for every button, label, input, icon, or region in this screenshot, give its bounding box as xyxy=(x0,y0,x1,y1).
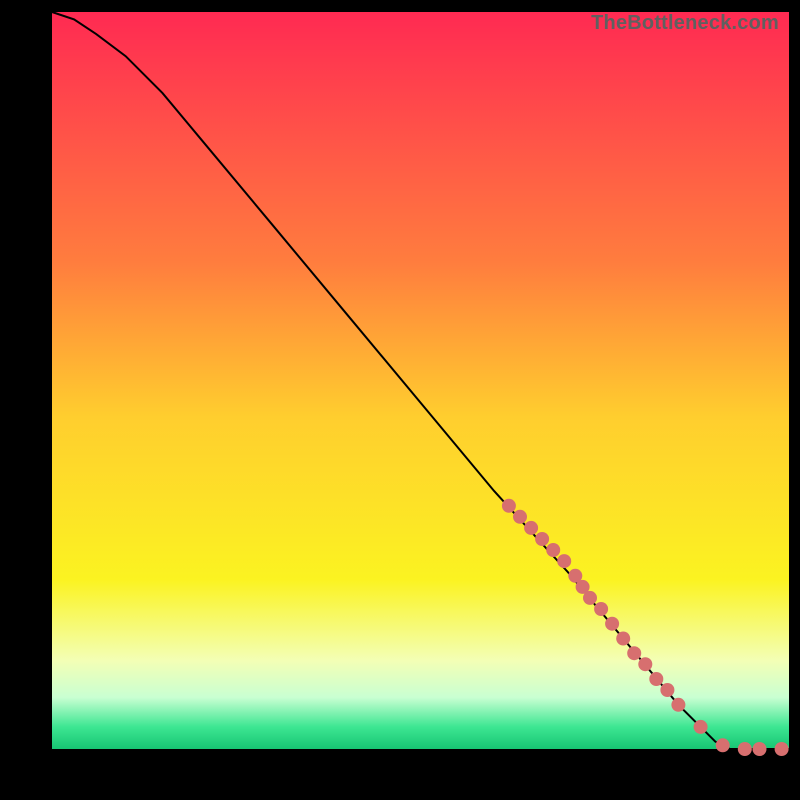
marker-dot xyxy=(557,554,571,568)
marker-dot xyxy=(605,617,619,631)
marker-dot xyxy=(524,521,538,535)
marker-dot xyxy=(502,499,516,513)
marker-dot xyxy=(660,683,674,697)
marker-dot xyxy=(513,510,527,524)
curve-path xyxy=(52,12,789,749)
marker-dot xyxy=(671,698,685,712)
marker-dot xyxy=(753,742,767,756)
marker-dot xyxy=(546,543,560,557)
plot-area: TheBottleneck.com xyxy=(52,12,789,749)
marker-dot xyxy=(627,646,641,660)
marker-dot xyxy=(775,742,789,756)
marker-dot xyxy=(716,738,730,752)
marker-group xyxy=(502,499,789,756)
marker-dot xyxy=(738,742,752,756)
marker-dot xyxy=(694,720,708,734)
marker-dot xyxy=(649,672,663,686)
marker-dot xyxy=(583,591,597,605)
marker-dot xyxy=(594,602,608,616)
marker-dot xyxy=(638,657,652,671)
marker-dot xyxy=(535,532,549,546)
chart-svg xyxy=(52,12,789,749)
chart-frame: TheBottleneck.com xyxy=(0,0,800,800)
marker-dot xyxy=(616,632,630,646)
